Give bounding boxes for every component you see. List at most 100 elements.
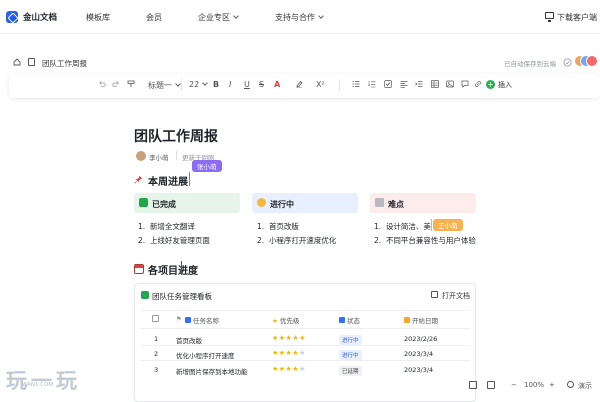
list-item[interactable]: 1. 设计简洁、美 <box>374 221 431 232</box>
underline-button[interactable]: U <box>244 80 250 89</box>
calendar-icon <box>134 264 144 274</box>
comment-icon[interactable] <box>461 80 469 88</box>
bold-button[interactable]: B <box>213 80 219 89</box>
obstacle-icon <box>375 198 384 207</box>
format-painter-icon[interactable] <box>127 80 135 88</box>
play-icon[interactable] <box>567 381 574 388</box>
list-item[interactable]: 2. 上线好友管理页面 <box>138 235 210 246</box>
status-badge[interactable]: 进行中 <box>339 335 362 345</box>
check-icon <box>139 198 148 207</box>
open-external-icon <box>431 291 438 298</box>
checklist-icon[interactable] <box>384 80 392 88</box>
highlight-icon[interactable] <box>295 80 303 88</box>
priority-stars[interactable]: ★★★★★ <box>272 365 306 373</box>
status-badge[interactable]: 已延期 <box>339 366 362 376</box>
superscript-button[interactable]: X² <box>316 80 325 89</box>
board-title: 团队任务管理看板 <box>152 292 212 301</box>
row-number: 3 <box>154 366 159 374</box>
image-icon[interactable] <box>446 80 454 88</box>
task-name-cell[interactable]: 新增图片保存到本地功能 <box>176 366 248 376</box>
date-field-icon <box>404 317 410 323</box>
insert-button[interactable]: + 插入 <box>486 80 512 90</box>
link-icon[interactable] <box>474 80 482 88</box>
italic-button[interactable]: I <box>229 80 231 89</box>
column-header[interactable]: 任务名称 <box>185 315 219 325</box>
zoom-level[interactable]: 100% <box>524 381 544 389</box>
monitor-icon <box>545 12 554 22</box>
list-item[interactable]: 1. 首页改版 <box>257 221 299 232</box>
document-icon <box>28 58 35 66</box>
indent-icon[interactable] <box>415 80 423 88</box>
list-item[interactable]: 2. 不同平台兼容性与用户体验 <box>374 235 476 246</box>
nav-item-support[interactable]: 支持与合作 <box>275 12 324 23</box>
document-title[interactable]: 团队工作周报 <box>134 126 218 146</box>
strikethrough-button[interactable]: S <box>259 80 264 89</box>
spreadsheet-icon <box>141 291 149 299</box>
author-avatar <box>136 151 146 161</box>
start-date-cell[interactable]: 2023/2/26 <box>404 335 437 343</box>
priority-stars[interactable]: ★★★★★ <box>272 334 306 342</box>
pushpin-icon <box>134 175 143 184</box>
toolbar-divider <box>339 79 340 91</box>
section-heading-weekly-progress[interactable]: 本周进展 <box>148 173 188 188</box>
collaborator-avatars[interactable] <box>574 55 600 69</box>
task-name-cell[interactable]: 优化小程序打开速度 <box>176 350 235 360</box>
brand-name[interactable]: 金山文档 <box>23 11 57 23</box>
nav-item-enterprise[interactable]: 企业专区 <box>198 12 239 23</box>
redo-icon[interactable] <box>112 80 120 88</box>
watermark-logo: 玩一玩 <box>6 369 81 393</box>
align-icon[interactable] <box>400 80 408 88</box>
status-badge[interactable]: 进行中 <box>339 350 362 360</box>
text-cursor <box>181 261 182 275</box>
toolbar-divider <box>181 79 182 91</box>
author-name: 李小萌 <box>149 154 169 162</box>
numbered-list-icon[interactable] <box>368 80 376 88</box>
bullet-list-icon[interactable] <box>352 80 360 88</box>
chevron-down-icon <box>233 13 239 19</box>
column-header[interactable]: 状态 <box>339 315 360 325</box>
select-all-checkbox[interactable] <box>152 315 159 322</box>
status-card-in-progress <box>252 193 358 213</box>
section-heading-project-progress[interactable]: 各项目进度 <box>148 262 198 277</box>
start-date-cell[interactable]: 2023/3/4 <box>404 366 433 374</box>
chevron-down-icon <box>318 13 324 19</box>
task-name-cell[interactable]: 首页改版 <box>176 335 202 345</box>
undo-icon[interactable] <box>98 80 106 88</box>
list-item[interactable]: 2. 小程序打开速度优化 <box>257 235 336 246</box>
text-field-icon <box>185 317 191 323</box>
column-header[interactable]: 开始日期 <box>404 315 438 325</box>
zoom-in-button[interactable]: + <box>549 381 555 389</box>
outline-view-icon[interactable] <box>487 381 495 389</box>
present-button[interactable]: 演示 <box>578 381 592 391</box>
kdocs-logo-icon[interactable] <box>6 11 18 23</box>
table-icon[interactable] <box>431 80 439 88</box>
home-icon[interactable] <box>13 58 21 66</box>
plus-icon: + <box>486 80 495 89</box>
collaborator-cursor-tag: 张小萌 <box>192 160 222 172</box>
collaborator-cursor-tag: 王小萌 <box>433 219 463 231</box>
font-size-select[interactable]: 22 <box>189 80 209 89</box>
avatar <box>586 55 598 67</box>
row-number: 2 <box>154 350 159 358</box>
heading-style-select[interactable]: 标题一 <box>148 80 181 91</box>
nav-item-membership[interactable]: 会员 <box>146 12 162 23</box>
breadcrumb-title[interactable]: 团队工作周报 <box>42 58 87 69</box>
cloud-check-icon <box>563 58 572 67</box>
nav-item-templates[interactable]: 模板库 <box>86 12 110 23</box>
select-field-icon <box>339 317 345 323</box>
status-card-done <box>134 193 240 213</box>
priority-stars[interactable]: ★★★★★ <box>272 349 306 357</box>
table-row-divider <box>141 360 470 361</box>
list-item[interactable]: 1. 新增全文翻译 <box>138 221 195 232</box>
column-header[interactable]: ★ 优先级 <box>272 315 299 325</box>
page-view-icon[interactable] <box>469 381 477 389</box>
download-client-button[interactable]: 下载客户端 <box>557 12 597 23</box>
collaborator-cursor <box>431 219 432 231</box>
start-date-cell[interactable]: 2023/3/4 <box>404 350 433 358</box>
collaborator-cursor <box>189 172 190 186</box>
watermark-url: WAN1.COM <box>22 382 54 388</box>
open-document-button[interactable]: 打开文档 <box>442 291 470 301</box>
zoom-out-button[interactable]: − <box>511 381 517 389</box>
star-icon: ★ <box>272 317 278 325</box>
font-color-button[interactable]: A <box>274 80 280 89</box>
